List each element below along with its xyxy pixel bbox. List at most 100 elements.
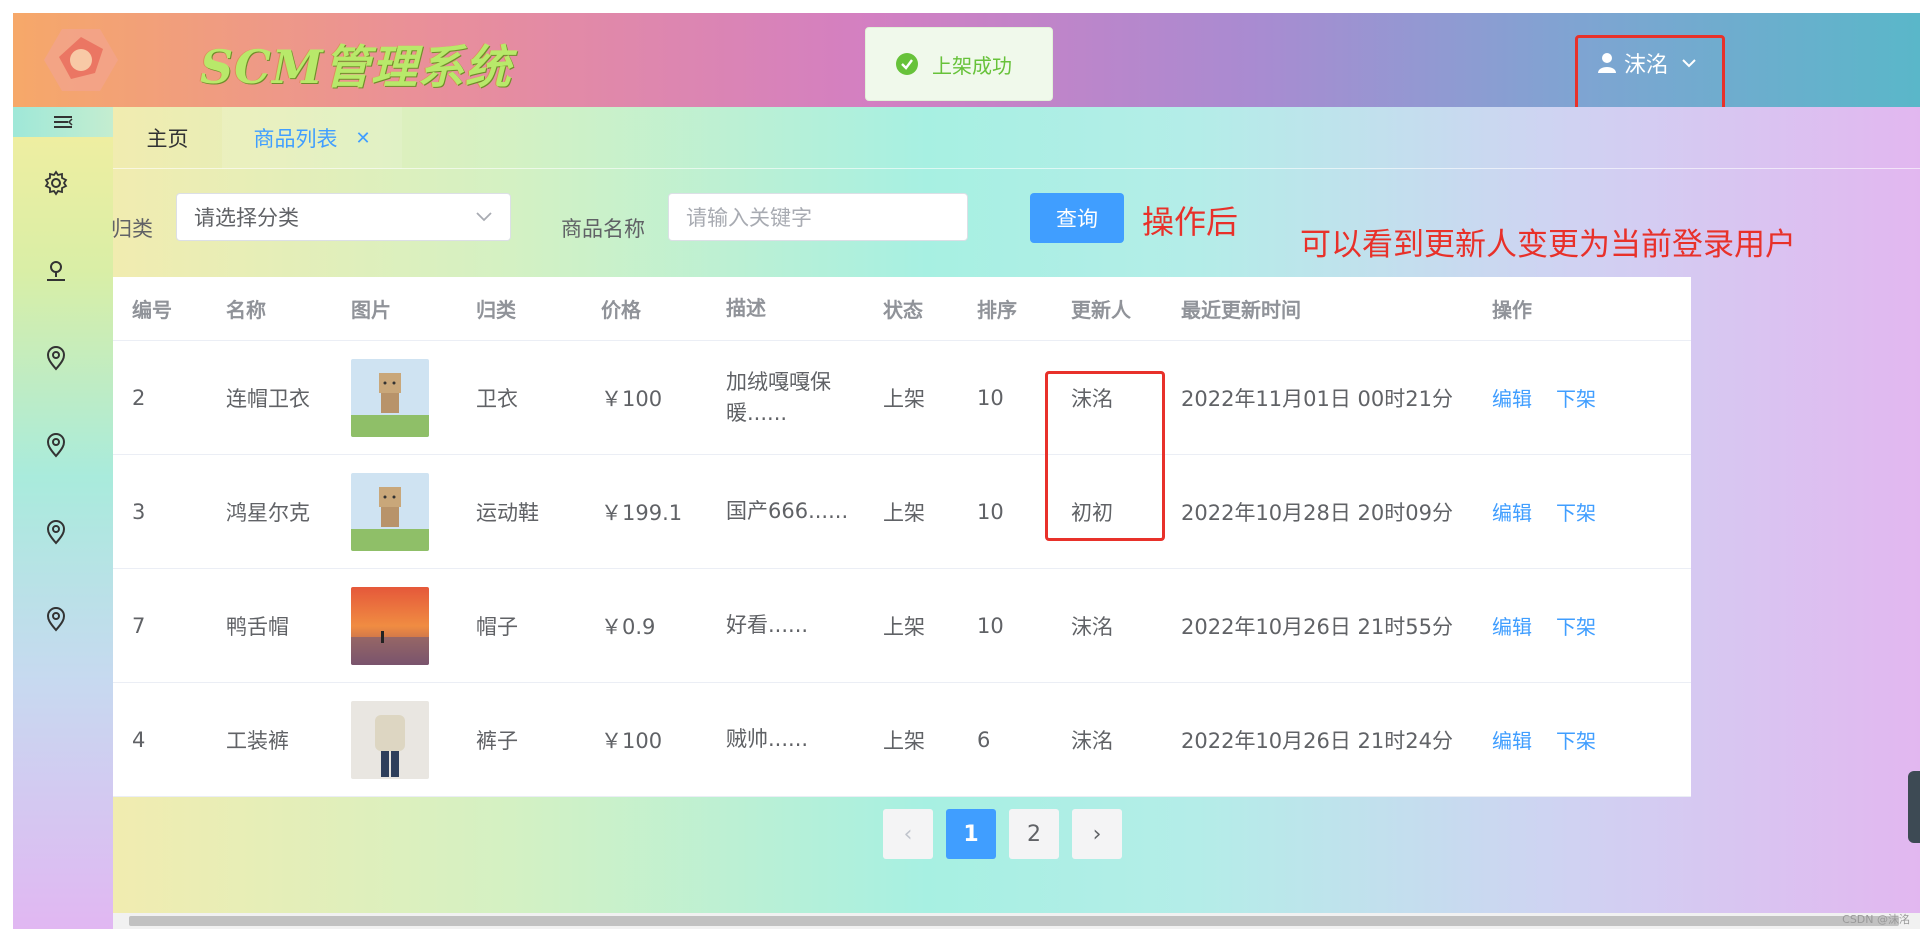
- product-image: [332, 358, 457, 437]
- cell-desc: 国产666......: [726, 499, 849, 523]
- tab-home[interactable]: 主页: [113, 107, 222, 169]
- person-photo-image: [351, 700, 429, 779]
- cell-category: 卫衣: [476, 386, 518, 411]
- table-row: 2 连帽卫衣 卫衣 ￥100 加绒嘎嘎保暖...... 上架 10 沫洺 202…: [113, 341, 1691, 455]
- cell-sort: 10: [977, 613, 1004, 638]
- cell-ops: 编辑 下架: [1473, 383, 1691, 412]
- location-icon[interactable]: [43, 606, 69, 632]
- offshelf-link[interactable]: 下架: [1556, 611, 1596, 640]
- edit-link[interactable]: 编辑: [1492, 497, 1532, 526]
- header-ops: 操作: [1492, 298, 1532, 322]
- query-button[interactable]: 查询: [1030, 193, 1124, 243]
- cell-desc: 加绒嘎嘎保暖......: [726, 369, 831, 425]
- app-window: SCM管理系统 沫洺 上架成功 主页 商品列表 ✕ 归类 请选择分类 商品名称 …: [13, 13, 1920, 929]
- offshelf-link[interactable]: 下架: [1556, 383, 1596, 412]
- header-time: 最近更新时间: [1181, 298, 1301, 322]
- cell-updater: 沫洺: [1071, 614, 1113, 639]
- cell-ops: 编辑 下架: [1473, 725, 1691, 754]
- cell-sort: 10: [977, 499, 1004, 524]
- table-row: 7 鸭舌帽 帽子 ￥0.9 好看...... 上架 10 沫洺 2022年10月…: [113, 569, 1691, 683]
- product-table: 编号 名称 图片 归类 价格 描述 状态 排序 更新人 最近更新时间 操作 2 …: [113, 277, 1691, 797]
- cell-category: 裤子: [476, 728, 518, 753]
- toast-message: 上架成功: [932, 53, 1012, 78]
- offshelf-link[interactable]: 下架: [1556, 497, 1596, 526]
- carton-figure-image: [351, 358, 429, 437]
- success-toast: 上架成功: [865, 27, 1053, 101]
- page-button[interactable]: 2: [1009, 809, 1059, 859]
- filter-bar: 归类 请选择分类 商品名称 请输入关键字 查询 操作后 可以看到更新人变更为当前…: [111, 169, 1920, 277]
- collapse-button[interactable]: [13, 107, 113, 137]
- annotation-after: 操作后: [1142, 203, 1239, 241]
- keyword-placeholder: 请输入关键字: [686, 206, 812, 230]
- table-header: 编号 名称 图片 归类 价格 描述 状态 排序 更新人 最近更新时间 操作: [113, 277, 1691, 341]
- table-row: 3 鸿星尔克 运动鞋 ￥199.1 国产666...... 上架 10 初初 2…: [113, 455, 1691, 569]
- cell-sort: 6: [977, 727, 991, 752]
- cell-name: 鸿星尔克: [226, 500, 310, 525]
- edit-link[interactable]: 编辑: [1492, 725, 1532, 754]
- tab-bar: 主页 商品列表 ✕: [113, 107, 1920, 169]
- cell-time: 2022年10月26日 21时24分: [1181, 728, 1454, 753]
- menu-fold-icon: [54, 116, 73, 128]
- cell-status: 上架: [883, 614, 925, 639]
- category-select[interactable]: 请选择分类: [176, 193, 511, 241]
- keyword-input[interactable]: 请输入关键字: [668, 193, 968, 241]
- cell-id: 3: [132, 499, 146, 524]
- page-button[interactable]: 1: [946, 809, 996, 859]
- header-status: 状态: [883, 298, 923, 322]
- system-title: SCM管理系统: [200, 40, 512, 94]
- cell-sort: 10: [977, 385, 1004, 410]
- product-image: [332, 586, 457, 665]
- location-icon[interactable]: [43, 519, 69, 545]
- cell-desc: 好看......: [726, 613, 809, 637]
- header-updater: 更新人: [1071, 298, 1131, 322]
- cell-status: 上架: [883, 728, 925, 753]
- cell-updater: 沫洺: [1071, 728, 1113, 753]
- cell-ops: 编辑 下架: [1473, 611, 1691, 640]
- scrollbar-thumb[interactable]: [129, 916, 1899, 926]
- category-label: 归类: [111, 217, 153, 241]
- chevron-down-icon: [476, 212, 492, 222]
- edit-link[interactable]: 编辑: [1492, 611, 1532, 640]
- tab-product-list[interactable]: 商品列表 ✕: [222, 107, 402, 169]
- cell-desc: 贼帅......: [726, 727, 809, 751]
- header-desc: 描述: [726, 296, 766, 320]
- next-page-button[interactable]: ›: [1072, 809, 1122, 859]
- carton-figure-image: [351, 472, 429, 551]
- cell-id: 2: [132, 385, 146, 410]
- cell-status: 上架: [883, 500, 925, 525]
- watermark: CSDN @沫洺: [1842, 913, 1910, 926]
- cell-id: 7: [132, 613, 146, 638]
- cell-price: ￥100: [601, 386, 663, 411]
- product-image: [332, 472, 457, 551]
- header-category: 归类: [476, 298, 516, 322]
- close-icon[interactable]: ✕: [355, 128, 370, 149]
- tab-label: 商品列表: [253, 127, 338, 151]
- cell-name: 连帽卫衣: [226, 386, 310, 411]
- offshelf-link[interactable]: 下架: [1556, 725, 1596, 754]
- header-price: 价格: [601, 298, 641, 322]
- cell-price: ￥199.1: [601, 500, 683, 525]
- cell-price: ￥100: [601, 728, 663, 753]
- prev-page-button[interactable]: ‹: [883, 809, 933, 859]
- cell-ops: 编辑 下架: [1473, 497, 1691, 526]
- name-label: 商品名称: [561, 217, 645, 241]
- edit-link[interactable]: 编辑: [1492, 383, 1532, 412]
- annotation-note: 可以看到更新人变更为当前登录用户: [1300, 227, 1796, 263]
- header-id: 编号: [132, 298, 172, 322]
- gear-icon[interactable]: [43, 170, 69, 196]
- category-placeholder: 请选择分类: [194, 206, 299, 230]
- user-icon[interactable]: [43, 258, 69, 284]
- header-image: 图片: [351, 298, 391, 322]
- check-circle-icon: [896, 53, 918, 75]
- sunset-photo-image: [351, 586, 429, 665]
- annotation-box-updater: [1045, 371, 1165, 541]
- side-widget[interactable]: [1908, 771, 1920, 843]
- location-icon[interactable]: [43, 432, 69, 458]
- cell-time: 2022年10月26日 21时55分: [1181, 614, 1454, 639]
- pagination: ‹ 1 2 ›: [883, 809, 1122, 859]
- product-image: [332, 700, 457, 779]
- location-icon[interactable]: [43, 345, 69, 371]
- horizontal-scrollbar[interactable]: [113, 913, 1920, 929]
- tab-label: 主页: [146, 127, 189, 151]
- logo-icon: [44, 29, 118, 91]
